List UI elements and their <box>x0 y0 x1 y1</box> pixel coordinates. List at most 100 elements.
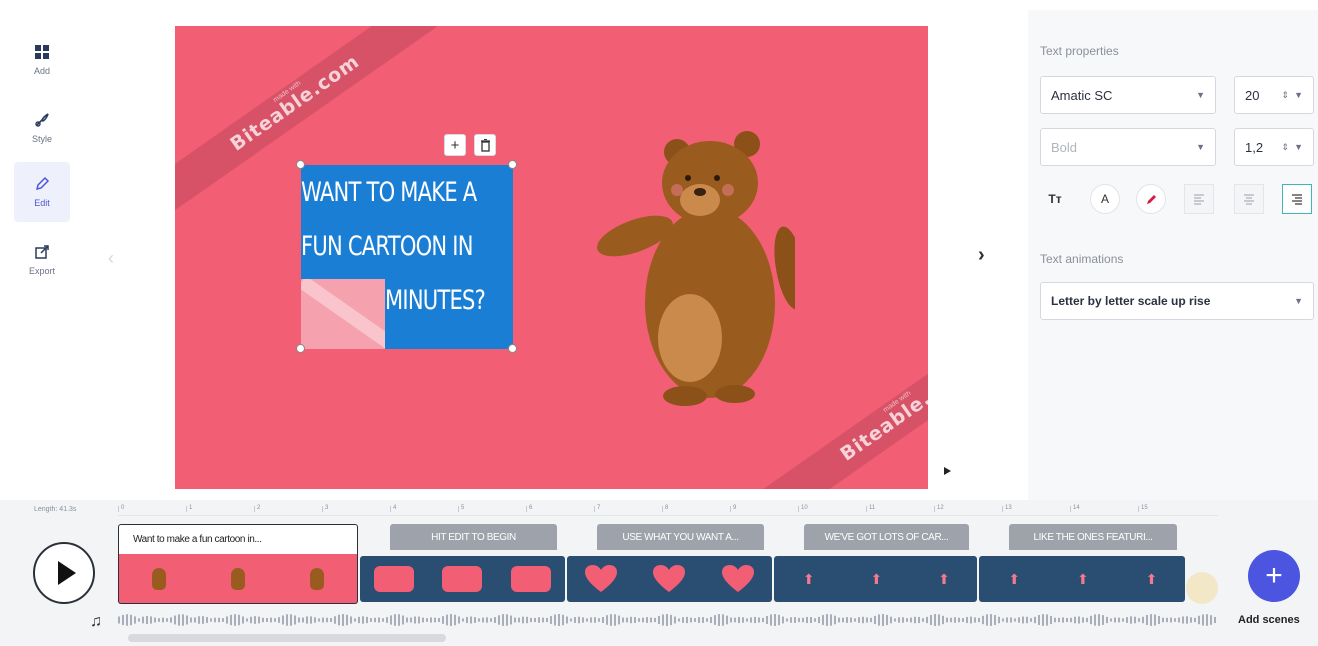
scene-5[interactable]: LIKE THE ONES FEATURI... ⬆ ⬆ ⬆ <box>979 524 1185 604</box>
align-left-button[interactable] <box>1184 184 1214 214</box>
ruler-tick-label: 14 <box>1073 505 1080 511</box>
text-line-3: MINUTES? <box>385 285 486 316</box>
text-transform-button[interactable]: Tт <box>1040 184 1070 214</box>
text-animation-select[interactable]: Letter by letter scale up rise ▼ <box>1040 282 1314 320</box>
arrow-up-thumbnail: ⬆ <box>1008 571 1021 587</box>
ruler-tick-label: 0 <box>121 505 125 511</box>
delete-element-button[interactable] <box>474 134 496 156</box>
music-note-icon[interactable]: ♫ <box>90 613 102 631</box>
selected-text-box[interactable]: WANT TO MAKE A FUN CARTOON IN MINUTES? <box>301 165 513 349</box>
scene-caption: WE'VE GOT LOTS OF CAR... <box>804 524 969 550</box>
scene-thumbnails <box>567 556 772 602</box>
play-button[interactable] <box>33 542 95 604</box>
bear-thumbnail <box>230 567 245 590</box>
scene-thumbnails: ⬆ ⬆ ⬆ <box>774 556 977 602</box>
toolbar-edit-button[interactable]: Edit <box>14 162 70 222</box>
arrow-up-thumbnail: ⬆ <box>802 571 815 587</box>
resize-handle-bottom-right[interactable] <box>508 344 517 353</box>
properties-panel: Text properties Amatic SC ▼ 20 ⇕ ▼ Bold … <box>1028 10 1318 500</box>
stepper-icon: ⇕ <box>1281 141 1289 152</box>
ruler-tick: 3 <box>322 505 328 512</box>
left-toolbar: Add Style Edit Export <box>0 0 88 500</box>
resize-handle-top-left[interactable] <box>296 160 305 169</box>
align-right-button[interactable] <box>1282 184 1312 214</box>
toolbar-style-button[interactable]: Style <box>14 98 70 158</box>
speech-bubble-thumbnail <box>442 566 483 592</box>
highlight-color-button[interactable] <box>1136 184 1166 214</box>
timeline-ruler[interactable]: 0 1 2 3 4 5 6 7 8 9 10 11 12 13 14 15 <box>118 505 1218 516</box>
trash-icon <box>480 138 490 152</box>
scene-4[interactable]: WE'VE GOT LOTS OF CAR... ⬆ ⬆ ⬆ <box>774 524 977 604</box>
font-size-value: 20 <box>1245 87 1260 103</box>
scene-1[interactable]: Want to make a fun cartoon in... <box>118 524 358 604</box>
scene-timeline: Length: 41.3s 0 1 2 3 4 5 6 7 8 9 10 11 12 13 14 15 ♫ W… <box>0 500 1318 646</box>
ruler-tick-label: 4 <box>393 505 397 511</box>
scene-thumbnails <box>360 556 565 602</box>
scene-6-thumbnail[interactable] <box>1186 572 1218 604</box>
scene-thumbnails <box>118 554 358 604</box>
ruler-tick-label: 8 <box>665 505 669 511</box>
heart-thumbnail <box>721 565 754 592</box>
toolbar-export-label: Export <box>28 266 55 276</box>
resize-handle-bottom-left[interactable] <box>296 344 305 353</box>
ruler-tick: 0 <box>118 505 124 512</box>
scene-thumbnails: ⬆ ⬆ ⬆ <box>979 556 1185 602</box>
bear-character-illustration[interactable] <box>595 128 795 408</box>
line-height-stepper[interactable]: 1,2 ⇕ ▼ <box>1234 128 1314 166</box>
arrow-up-thumbnail: ⬆ <box>938 571 950 587</box>
ruler-tick-label: 13 <box>1005 505 1012 511</box>
line-height-value: 1,2 <box>1245 139 1264 155</box>
chevron-down-icon: ▼ <box>1196 90 1205 100</box>
stepper-icon: ⇕ <box>1281 89 1289 100</box>
add-scenes-label: Add scenes <box>1238 614 1300 626</box>
speech-bubble-thumbnail <box>510 566 551 592</box>
font-weight-select[interactable]: Bold ▼ <box>1040 128 1216 166</box>
watermark-text: Biteable.com <box>836 360 928 466</box>
scene-3[interactable]: USE WHAT YOU WANT A... <box>567 524 772 604</box>
font-family-value: Amatic SC <box>1051 87 1113 103</box>
text-properties-title: Text properties <box>1040 44 1119 58</box>
ruler-tick: 11 <box>866 505 875 512</box>
arrow-up-thumbnail: ⬆ <box>1145 571 1158 587</box>
font-family-select[interactable]: Amatic SC ▼ <box>1040 76 1216 114</box>
scene-2[interactable]: HIT EDIT TO BEGIN <box>360 524 565 604</box>
text-line-2: FUN CARTOON IN <box>301 231 473 262</box>
watermark-text: Biteable.com <box>226 50 364 156</box>
add-element-button[interactable]: + <box>444 134 466 156</box>
ruler-tick-label: 1 <box>189 505 193 511</box>
bear-thumbnail <box>151 567 166 590</box>
audio-waveform[interactable] <box>118 612 1218 628</box>
grid-icon <box>35 45 49 59</box>
ruler-tick: 1 <box>186 505 192 512</box>
brush-icon <box>35 113 49 127</box>
scene-canvas[interactable]: made with Biteable.com made with Biteabl… <box>175 26 928 489</box>
preview-play-icon[interactable] <box>944 467 951 475</box>
ruler-tick: 9 <box>730 505 736 512</box>
heart-thumbnail <box>653 565 686 592</box>
text-color-button[interactable]: A <box>1090 184 1120 214</box>
ruler-tick: 5 <box>458 505 464 512</box>
ruler-tick-label: 15 <box>1141 505 1148 511</box>
toolbar-style-label: Style <box>31 134 52 144</box>
previous-scene-arrow[interactable]: ‹ <box>108 248 114 269</box>
toolbar-export-button[interactable]: Export <box>14 230 70 290</box>
text-animations-title: Text animations <box>1040 252 1124 266</box>
bear-thumbnail <box>310 567 325 590</box>
timeline-scrollbar[interactable] <box>128 634 446 642</box>
text-line-1: WANT TO MAKE A <box>301 177 477 208</box>
resize-handle-top-right[interactable] <box>508 160 517 169</box>
align-right-icon <box>1292 194 1302 205</box>
add-scenes-button[interactable]: + <box>1248 550 1300 602</box>
ruler-tick: 7 <box>594 505 600 512</box>
speech-bubble-thumbnail <box>374 566 415 592</box>
align-center-button[interactable] <box>1234 184 1264 214</box>
ruler-tick-label: 5 <box>461 505 465 511</box>
ruler-tick: 15 <box>1138 505 1148 512</box>
video-length-label: Length: 41.3s <box>34 506 77 513</box>
font-size-stepper[interactable]: 20 ⇕ ▼ <box>1234 76 1314 114</box>
toolbar-add-label: Add <box>33 66 50 76</box>
scene-caption: HIT EDIT TO BEGIN <box>390 524 557 550</box>
toolbar-add-button[interactable]: Add <box>14 30 70 90</box>
toolbar-edit-label: Edit <box>34 198 50 208</box>
next-scene-arrow[interactable]: › <box>978 244 985 267</box>
